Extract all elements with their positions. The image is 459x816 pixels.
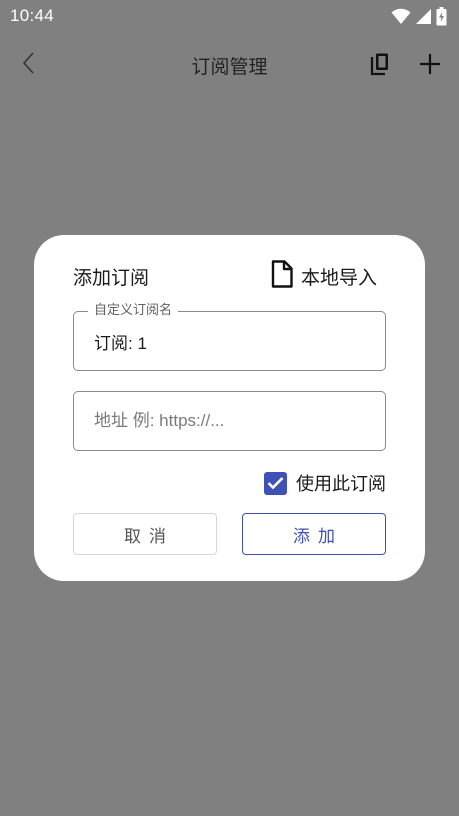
status-icons bbox=[391, 6, 447, 26]
plus-icon bbox=[419, 53, 441, 79]
local-import-label: 本地导入 bbox=[301, 266, 378, 289]
back-button[interactable] bbox=[14, 50, 44, 80]
dialog-title: 添加订阅 bbox=[73, 267, 150, 289]
app-bar: 订阅管理 bbox=[0, 32, 459, 98]
add-subscription-dialog: 添加订阅 本地导入 自定义订阅名 使用此订阅 取消 添加 bbox=[34, 235, 425, 581]
subscription-url-input[interactable] bbox=[94, 392, 374, 450]
cellular-signal-icon bbox=[415, 8, 432, 25]
use-subscription-label: 使用此订阅 bbox=[296, 474, 386, 495]
copy-icon bbox=[370, 52, 390, 80]
subscription-name-field: 自定义订阅名 bbox=[73, 303, 386, 371]
subscription-url-field bbox=[73, 391, 386, 451]
local-import-button[interactable]: 本地导入 bbox=[271, 260, 378, 292]
use-subscription-toggle[interactable]: 使用此订阅 bbox=[264, 471, 386, 495]
copy-button[interactable] bbox=[366, 52, 394, 80]
add-button[interactable]: 添加 bbox=[242, 513, 386, 555]
status-time: 10:44 bbox=[10, 6, 55, 25]
file-icon bbox=[271, 260, 293, 292]
status-bar: 10:44 bbox=[0, 0, 459, 32]
cancel-button[interactable]: 取消 bbox=[73, 513, 217, 555]
wifi-icon bbox=[391, 8, 411, 25]
chevron-left-icon bbox=[22, 52, 36, 78]
add-subscription-button[interactable] bbox=[416, 52, 444, 80]
use-subscription-checkbox[interactable] bbox=[264, 471, 287, 495]
subscription-name-input[interactable] bbox=[94, 312, 374, 370]
battery-charging-icon bbox=[436, 6, 447, 26]
